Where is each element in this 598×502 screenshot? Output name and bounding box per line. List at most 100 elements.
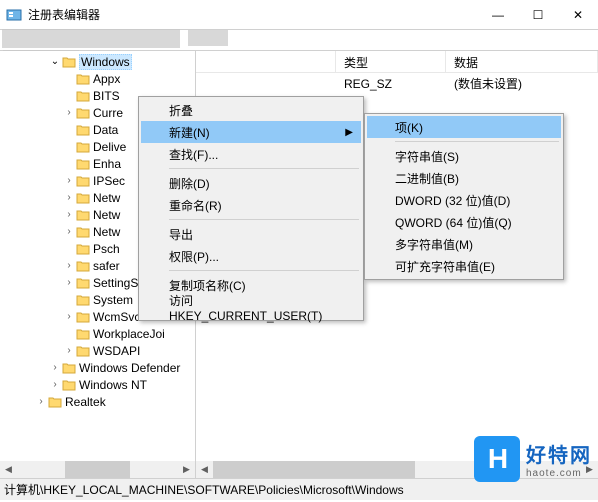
tree-item[interactable]: › Realtek — [0, 393, 195, 410]
column-type[interactable]: 类型 — [336, 51, 446, 72]
menu-item[interactable]: 多字符串值(M) — [367, 233, 561, 255]
tree-item[interactable]: Appx — [0, 70, 195, 87]
chevron-right-icon[interactable]: › — [62, 345, 76, 356]
folder-icon — [76, 345, 90, 357]
maximize-button[interactable]: ☐ — [518, 0, 558, 30]
tree-item-label: Curre — [93, 106, 123, 120]
tree-item-label: WorkplaceJoi — [93, 327, 165, 341]
chevron-right-icon[interactable]: › — [62, 107, 76, 118]
folder-icon — [62, 362, 76, 374]
menu-item[interactable]: 字符串值(S) — [367, 145, 561, 167]
menu-item[interactable]: 可扩充字符串值(E) — [367, 255, 561, 277]
tree-item-label: WSDAPI — [93, 344, 140, 358]
tree-item-label: Realtek — [65, 395, 106, 409]
column-data[interactable]: 数据 — [446, 51, 598, 72]
chevron-right-icon[interactable]: › — [34, 396, 48, 407]
submenu-new[interactable]: 项(K) 字符串值(S) 二进制值(B) DWORD (32 位)值(D) QWORD … — [364, 113, 564, 280]
menu-item-label: 重命名(R) — [169, 197, 222, 214]
chevron-right-icon[interactable]: › — [62, 260, 76, 271]
menu-separator — [169, 270, 359, 271]
menu-item[interactable]: 重命名(R) — [141, 194, 361, 216]
logo-domain: haote.com — [526, 468, 592, 479]
logo-text: 好特网 — [526, 439, 592, 468]
tree-item-label: Psch — [93, 242, 120, 256]
tree-item[interactable]: WorkplaceJoi — [0, 325, 195, 342]
menu-item-label: 访问 HKEY_CURRENT_USER(T) — [169, 292, 331, 323]
menu-item-label: 权限(P)... — [169, 248, 219, 265]
chevron-right-icon[interactable]: › — [48, 362, 62, 373]
tree-item[interactable]: › WSDAPI — [0, 342, 195, 359]
menu-item[interactable]: 删除(D) — [141, 172, 361, 194]
menu-item[interactable]: QWORD (64 位)值(Q) — [367, 211, 561, 233]
menu-item-label: QWORD (64 位)值(Q) — [395, 214, 512, 231]
tree-item-label: IPSec — [93, 174, 125, 188]
menu-item[interactable]: 二进制值(B) — [367, 167, 561, 189]
minimize-button[interactable]: — — [478, 0, 518, 30]
close-button[interactable]: ✕ — [558, 0, 598, 30]
titlebar: 注册表编辑器 — ☐ ✕ — [0, 0, 598, 30]
folder-icon — [76, 260, 90, 272]
list-body: REG_SZ (数值未设置) — [196, 73, 598, 92]
chevron-right-icon[interactable]: › — [62, 311, 76, 322]
chevron-right-icon[interactable]: › — [62, 226, 76, 237]
tree-item[interactable]: ›Windows Defender — [0, 359, 195, 376]
menu-item[interactable]: 访问 HKEY_CURRENT_USER(T) — [141, 296, 361, 318]
tree-item-label: Windows — [79, 54, 132, 70]
value-type: REG_SZ — [336, 77, 446, 91]
scroll-left-icon[interactable]: ◀ — [196, 461, 213, 478]
chevron-right-icon[interactable]: › — [62, 209, 76, 220]
folder-icon — [76, 328, 90, 340]
folder-icon — [76, 243, 90, 255]
folder-icon — [76, 277, 90, 289]
chevron-right-icon[interactable]: › — [62, 192, 76, 203]
tree-item[interactable]: ⌄ Windows — [0, 53, 195, 70]
menu-item-label: 新建(N) — [169, 124, 210, 141]
tree-item-label: System — [93, 293, 133, 307]
chevron-right-icon[interactable]: › — [48, 379, 62, 390]
menu-item[interactable]: 项(K) — [367, 116, 561, 138]
scroll-right-icon[interactable]: ▶ — [178, 461, 195, 478]
tree-item-label: safer — [93, 259, 120, 273]
redacted-area — [2, 29, 180, 48]
chevron-down-icon[interactable]: ⌄ — [48, 56, 62, 67]
menu-item[interactable]: 查找(F)... — [141, 143, 361, 165]
menu-separator — [395, 141, 559, 142]
folder-icon — [76, 192, 90, 204]
menu-item-label: 删除(D) — [169, 175, 210, 192]
menu-item-label: 字符串值(S) — [395, 148, 459, 165]
chevron-right-icon[interactable]: › — [62, 277, 76, 288]
tree-item-label: Data — [93, 123, 118, 137]
chevron-right-icon[interactable]: › — [62, 175, 76, 186]
tree-scrollbar-horizontal[interactable]: ◀ ▶ — [0, 461, 195, 478]
folder-icon — [76, 107, 90, 119]
window-title: 注册表编辑器 — [28, 6, 478, 23]
tree-item-label: Enha — [93, 157, 121, 171]
menu-item[interactable]: 权限(P)... — [141, 245, 361, 267]
menu-item[interactable]: 新建(N)▶ — [141, 121, 361, 143]
tree-item[interactable]: ›Windows NT — [0, 376, 195, 393]
menu-item-label: 查找(F)... — [169, 146, 218, 163]
menu-item-label: 导出 — [169, 226, 193, 243]
tree-item-label: WcmSvc — [93, 310, 140, 324]
context-menu[interactable]: 折叠新建(N)▶查找(F)...删除(D)重命名(R)导出权限(P)...复制项… — [138, 96, 364, 321]
site-logo: H 好特网 haote.com — [474, 436, 592, 482]
menu-item[interactable]: 导出 — [141, 223, 361, 245]
menu-item-label: 可扩充字符串值(E) — [395, 258, 495, 275]
folder-icon — [76, 226, 90, 238]
folder-icon — [76, 124, 90, 136]
menu-item[interactable]: 折叠 — [141, 99, 361, 121]
menu-separator — [169, 168, 359, 169]
folder-icon — [76, 294, 90, 306]
menu-item-label: DWORD (32 位)值(D) — [395, 192, 510, 209]
list-row[interactable]: REG_SZ (数值未设置) — [196, 75, 598, 92]
list-header: 类型 数据 — [196, 51, 598, 73]
folder-icon — [76, 175, 90, 187]
column-name[interactable] — [196, 51, 336, 72]
redacted-area — [188, 30, 228, 46]
menu-item-label: 多字符串值(M) — [395, 236, 473, 253]
scroll-left-icon[interactable]: ◀ — [0, 461, 17, 478]
menu-item[interactable]: DWORD (32 位)值(D) — [367, 189, 561, 211]
menu-separator — [169, 219, 359, 220]
tree-item-label: Netw — [93, 191, 120, 205]
status-path: 计算机\HKEY_LOCAL_MACHINE\SOFTWARE\Policies… — [4, 481, 404, 498]
